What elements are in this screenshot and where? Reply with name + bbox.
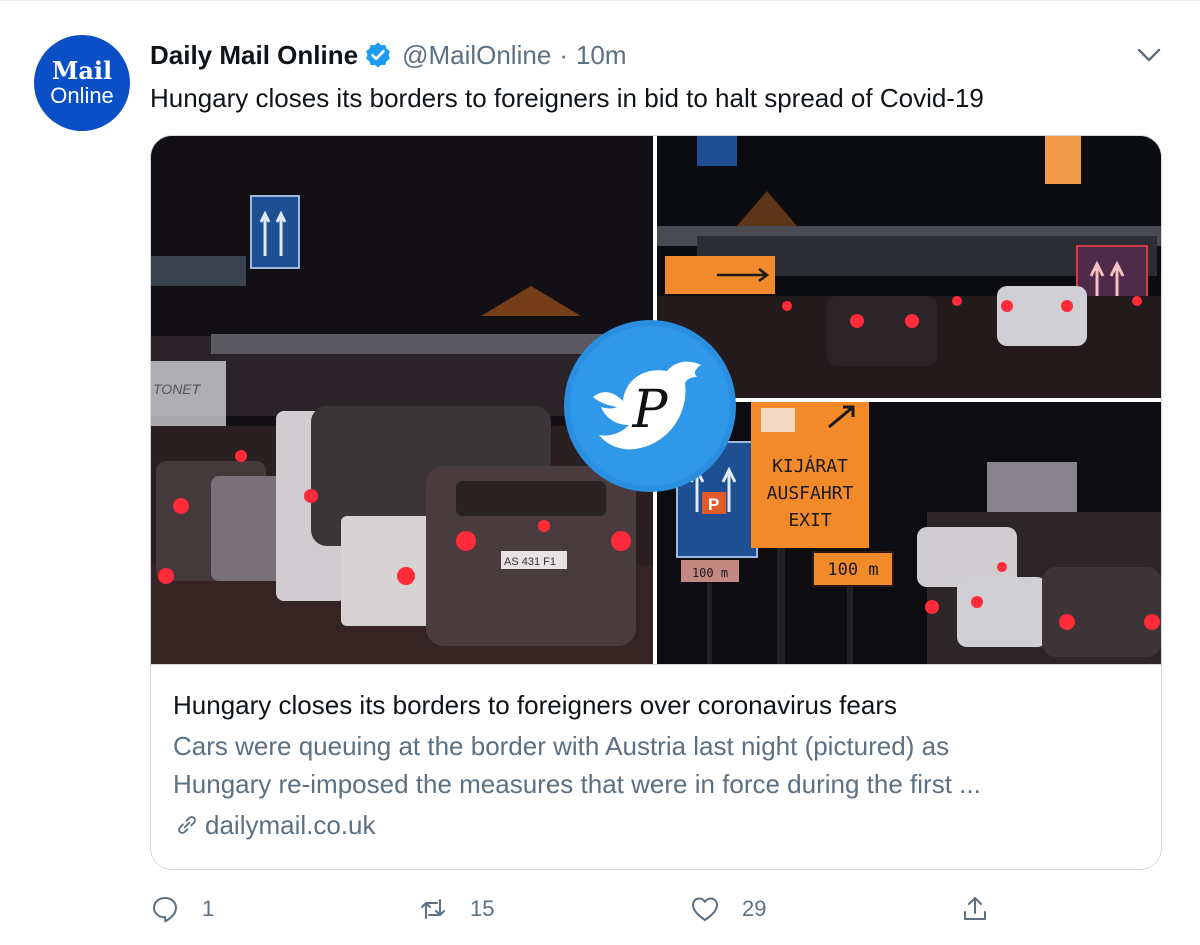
timestamp[interactable]: 10m: [576, 40, 627, 71]
truck-text: TONET: [153, 381, 202, 397]
reply-icon: [153, 897, 177, 923]
card-title: Hungary closes its borders to foreigners…: [173, 690, 897, 720]
like-button[interactable]: 29: [690, 889, 766, 929]
card-domain-text: dailymail.co.uk: [205, 810, 376, 840]
watermark-letter: P: [632, 380, 669, 440]
separator-dot: ·: [559, 39, 568, 70]
avatar-line2: Online: [50, 83, 114, 108]
tweet-header: Daily Mail Online @MailOnline · 10m: [150, 39, 627, 71]
retweet-icon: [421, 899, 445, 919]
chevron-down-icon[interactable]: [1134, 43, 1164, 67]
bird-watermark-icon: P: [563, 319, 737, 493]
share-button[interactable]: [960, 889, 990, 929]
card-meta[interactable]: Hungary closes its borders to foreigners…: [151, 664, 1161, 869]
link-card[interactable]: TONET AS 431 F1 P KIJÁRAT AUSFAHRT EXIT …: [150, 135, 1162, 870]
retweet-count: 15: [470, 896, 495, 921]
avatar-line1: Mail: [51, 56, 113, 85]
sign-kijarat: KIJÁRAT: [772, 455, 848, 477]
avatar[interactable]: Mail Online: [34, 35, 130, 131]
tweet-actions: 1 15 29: [150, 889, 1010, 929]
sign-exit: EXIT: [788, 510, 832, 531]
verified-badge-icon: [364, 41, 392, 69]
card-domain[interactable]: dailymail.co.uk: [173, 807, 1139, 843]
parking-sign: P: [708, 495, 719, 514]
like-count: 29: [742, 896, 767, 921]
handle[interactable]: @MailOnline: [402, 40, 551, 71]
reply-button[interactable]: 1: [150, 889, 214, 929]
sign-100m: 100 m: [827, 560, 878, 580]
reply-count: 1: [202, 896, 215, 921]
share-icon: [964, 897, 986, 920]
link-icon: [178, 816, 196, 834]
card-description: Cars were queuing at the border with Aus…: [173, 727, 1133, 803]
sign-ausfahrt: AUSFAHRT: [767, 483, 854, 504]
license-plate: AS 431 F1: [504, 556, 556, 568]
display-name[interactable]: Daily Mail Online: [150, 40, 358, 71]
sign-100m-small: 100 m: [692, 566, 728, 580]
card-description-line2: Hungary re-imposed the measures that wer…: [173, 769, 981, 799]
tweet-text: Hungary closes its borders to foreigners…: [150, 83, 984, 113]
tweet[interactable]: Mail Online Daily Mail Online @MailOnlin…: [0, 0, 1200, 945]
card-description-line1: Cars were queuing at the border with Aus…: [173, 731, 950, 761]
retweet-button[interactable]: 15: [418, 889, 494, 929]
heart-icon: [692, 897, 718, 921]
